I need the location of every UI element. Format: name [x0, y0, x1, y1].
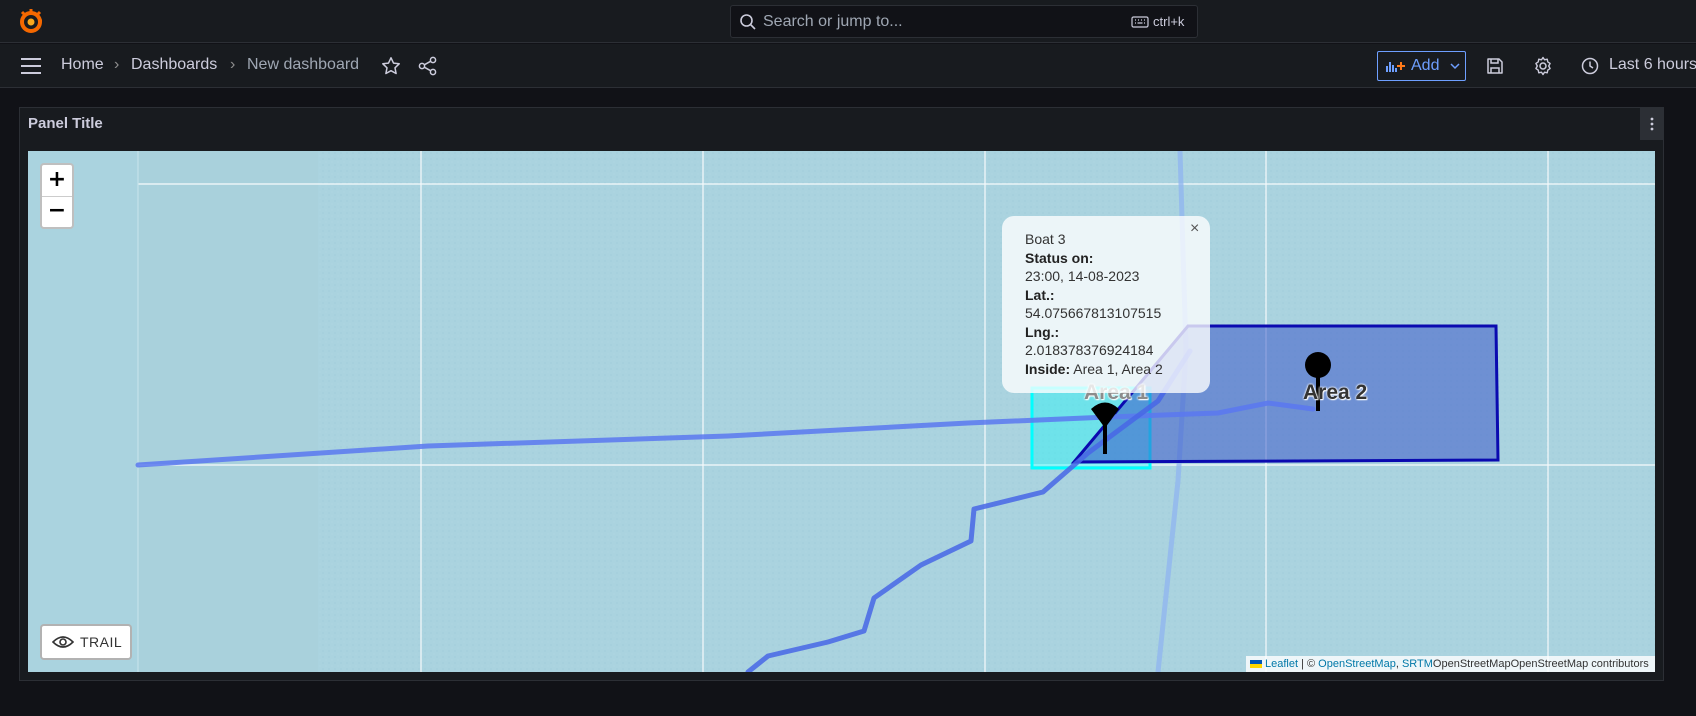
top-bar: Search or jump to... ctrl+k [0, 0, 1696, 43]
popup-boat-name: Boat 3 [1025, 231, 1066, 247]
breadcrumb-home[interactable]: Home [61, 56, 104, 74]
search-shortcut: ctrl+k [1153, 14, 1185, 29]
popup-inside-label: Inside: [1025, 360, 1071, 377]
popup-inside-value: Area 1, Area 2 [1073, 360, 1163, 377]
popup-lng-label: Lng.: [1025, 323, 1060, 340]
zoom-in-button[interactable]: + [42, 165, 72, 197]
map-canvas [28, 151, 1655, 672]
area-2-label: Area 2 [1303, 381, 1368, 404]
shallow-band [138, 151, 318, 672]
popup-lng-value: 2.018378376924184 [1025, 342, 1154, 358]
search-input[interactable]: Search or jump to... ctrl+k [730, 5, 1198, 38]
search-placeholder: Search or jump to... [763, 13, 903, 30]
add-button-label: Add [1411, 57, 1440, 74]
map-attribution: Leaflet | © OpenStreetMap, SRTMOpenStree… [1246, 656, 1655, 672]
trail-label: TRAIL [80, 634, 123, 650]
attribution-rest: OpenStreetMapOpenStreetMap contributors [1432, 658, 1649, 670]
panel-title[interactable]: Panel Title [28, 115, 103, 132]
map-view[interactable]: Area 1 Area 2 + − × Boat 3 Status on: 23… [28, 151, 1655, 672]
boat-popup: × Boat 3 Status on: 23:00, 14-08-2023 La… [1002, 216, 1210, 393]
star-icon[interactable] [381, 56, 401, 76]
popup-status-label: Status on: [1025, 249, 1094, 266]
popup-content: Boat 3 Status on: 23:00, 14-08-2023 Lat.… [1025, 230, 1163, 378]
leaflet-link[interactable]: Leaflet [1265, 658, 1298, 670]
time-range-picker[interactable]: Last 6 hours [1609, 56, 1696, 74]
popup-lat-label: Lat.: [1025, 286, 1055, 303]
dashboard-nav-bar: Home › Dashboards › New dashboard Add La… [0, 44, 1696, 88]
chevron-down-icon [1450, 63, 1460, 70]
close-icon[interactable]: × [1190, 220, 1199, 238]
search-icon [740, 14, 756, 30]
breadcrumb-dashboards[interactable]: Dashboards [131, 56, 217, 74]
grafana-logo-icon[interactable] [18, 8, 44, 34]
ukraine-flag-icon [1250, 660, 1262, 669]
keyboard-icon [1131, 16, 1149, 28]
trail-toggle-button[interactable]: TRAIL [40, 624, 132, 660]
kebab-menu-icon [1650, 117, 1654, 131]
add-panel-icon [1386, 62, 1405, 72]
add-button[interactable]: Add [1377, 51, 1466, 81]
chevron-right-icon: › [114, 56, 120, 73]
popup-status-value: 23:00, 14-08-2023 [1025, 268, 1140, 284]
eye-icon [52, 636, 74, 648]
zoom-control: + − [40, 163, 74, 229]
chevron-right-icon: › [230, 56, 236, 73]
gear-icon[interactable] [1533, 56, 1553, 76]
srtm-link[interactable]: SRTM [1402, 658, 1433, 670]
map-panel: Panel Title Area 2 + − × Boat 3 Status o… [19, 107, 1664, 681]
osm-link[interactable]: OpenStreetMap [1318, 658, 1396, 670]
breadcrumb-current: New dashboard [247, 56, 360, 73]
zoom-out-button[interactable]: − [42, 196, 72, 227]
share-icon[interactable] [418, 56, 438, 76]
panel-menu-button[interactable] [1640, 108, 1664, 140]
attribution-separator: | © [1298, 658, 1319, 670]
save-icon[interactable] [1486, 57, 1504, 75]
menu-icon[interactable] [20, 57, 42, 75]
clock-icon [1581, 57, 1599, 75]
popup-lat-value: 54.075667813107515 [1025, 305, 1162, 321]
